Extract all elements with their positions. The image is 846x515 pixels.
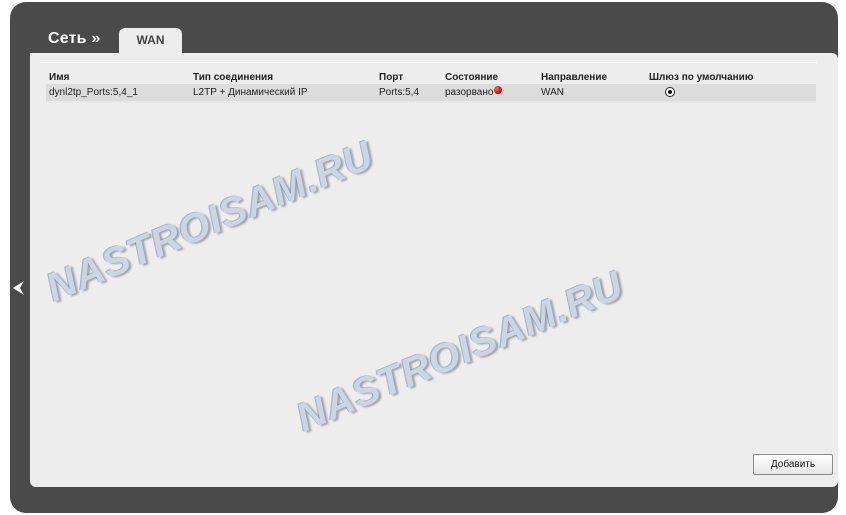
cell-port[interactable]: Ports:5,4: [376, 84, 442, 103]
column-header-default-gateway: Шлюз по умолчанию: [649, 71, 754, 83]
column-header-port: Порт: [379, 71, 404, 83]
cell-status[interactable]: разорвано: [442, 84, 538, 103]
status-text: разорвано: [445, 87, 494, 98]
cell-name[interactable]: dynl2tp_Ports:5,4_1: [46, 84, 190, 103]
column-header-name: Имя: [49, 71, 70, 83]
wan-connections-table: Имя Тип соединения Порт Состояние Направ…: [46, 70, 816, 103]
cell-default-gateway[interactable]: [646, 84, 816, 103]
breadcrumb[interactable]: Сеть »: [48, 30, 100, 48]
tab-wan[interactable]: WAN: [119, 28, 182, 53]
add-button[interactable]: Добавить: [753, 454, 833, 475]
cell-direction[interactable]: WAN: [538, 84, 646, 103]
table-row[interactable]: dynl2tp_Ports:5,4_1 L2TP + Динамический …: [46, 84, 816, 103]
column-header-type: Тип соединения: [193, 71, 274, 83]
status-dot-icon: [494, 86, 503, 94]
panel-divider: [40, 62, 817, 63]
radio-selected-icon[interactable]: [665, 87, 675, 98]
column-header-status: Состояние: [445, 71, 499, 83]
back-arrow-icon[interactable]: [11, 280, 25, 296]
column-header-direction: Направление: [541, 71, 608, 83]
cell-type[interactable]: L2TP + Динамический IP: [190, 84, 376, 103]
content-panel: [30, 53, 838, 487]
table-header-row: Имя Тип соединения Порт Состояние Направ…: [46, 70, 816, 84]
